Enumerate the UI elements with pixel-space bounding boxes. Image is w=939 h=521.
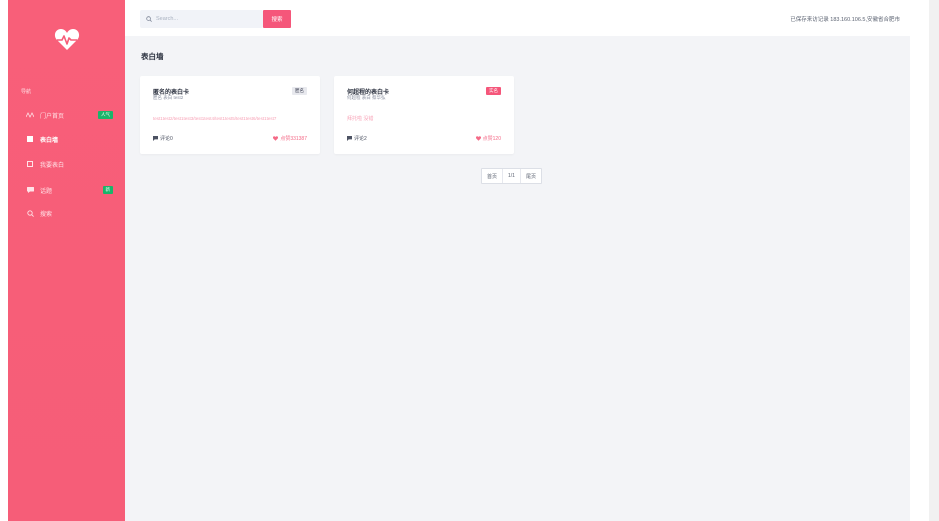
app-window: 导航 门户首页 人气 表白墙 我要表白 话题 新 搜索 Search... 搜索… [0,0,939,521]
first-page-button[interactable]: 首页 [482,169,504,183]
activity-icon [26,111,34,119]
comments-count: 评论2 [354,136,367,142]
card-subtitle: 匿名 表白 test2 [153,95,184,100]
sidebar-item-confess[interactable]: 我要表白 [8,157,125,171]
search-input[interactable] [156,16,256,22]
sidebar-item-home[interactable]: 门户首页 人气 [8,108,125,122]
card-likes[interactable]: 点赞331387 [273,135,307,142]
page-indicator: 1/1 [503,169,521,183]
hot-badge: 人气 [98,111,113,119]
sidebar: 导航 门户首页 人气 表白墙 我要表白 话题 新 搜索 [8,0,125,521]
sidebar-item-label: 表白墙 [40,137,59,144]
likes-count: 点赞331387 [280,136,307,142]
square-icon [26,135,34,143]
sidebar-item-label: 我要表白 [40,162,65,169]
search-icon [146,16,152,22]
card-comments[interactable]: 评论2 [347,135,367,142]
card-likes[interactable]: 点赞120 [475,135,501,142]
confession-card[interactable]: 何超程的表白卡 何超程 表白 蔡华弘 实名 拜托啦 没错 评论2 点赞120 [334,76,514,154]
sidebar-item-label: 搜索 [40,211,53,218]
anonymous-tag: 匿名 [292,87,307,95]
left-gutter [0,0,8,521]
card-content: test1test2/test1test3/test1test4/test1te… [153,116,277,121]
sidebar-item-topics[interactable]: 话题 新 [8,183,125,197]
nav-section-label: 导航 [21,89,32,95]
page-title: 表白墙 [141,52,164,61]
card-comments[interactable]: 评论0 [153,135,173,142]
search-icon [26,209,34,217]
card-subtitle: 何超程 表白 蔡华弘 [347,95,386,100]
visit-info: 已保存来访记录 183.160.106.5,安徽省合肥市 [790,17,900,23]
confession-card[interactable]: 匿名的表白卡 匿名 表白 test2 匿名 test1test2/test1te… [140,76,320,154]
sidebar-item-label: 话题 [40,188,53,195]
topbar: 搜索 已保存来访记录 183.160.106.5,安徽省合肥市 [125,0,910,36]
sidebar-item-search[interactable]: 搜索 [8,206,125,220]
heart-pulse-logo[interactable] [8,28,125,52]
card-content: 拜托啦 没错 [347,116,374,122]
sidebar-item-wall[interactable]: 表白墙 [8,132,125,146]
square-outline-icon [26,160,34,168]
search-box[interactable] [140,10,263,28]
new-badge: 新 [102,186,113,194]
comment-icon [153,136,158,141]
search-button[interactable]: 搜索 [263,10,291,28]
sidebar-item-label: 门户首页 [40,113,65,120]
realname-tag: 实名 [486,87,501,95]
heart-icon [273,136,279,141]
chat-icon [26,186,34,194]
main-content: 搜索 已保存来访记录 183.160.106.5,安徽省合肥市 表白墙 匿名的表… [125,0,910,521]
scrollbar[interactable] [929,0,939,521]
last-page-button[interactable]: 尾页 [521,169,541,183]
comments-count: 评论0 [160,136,173,142]
heart-icon [475,136,481,141]
comment-icon [347,136,352,141]
pagination: 首页 1/1 尾页 [481,168,542,184]
likes-count: 点赞120 [482,136,501,142]
